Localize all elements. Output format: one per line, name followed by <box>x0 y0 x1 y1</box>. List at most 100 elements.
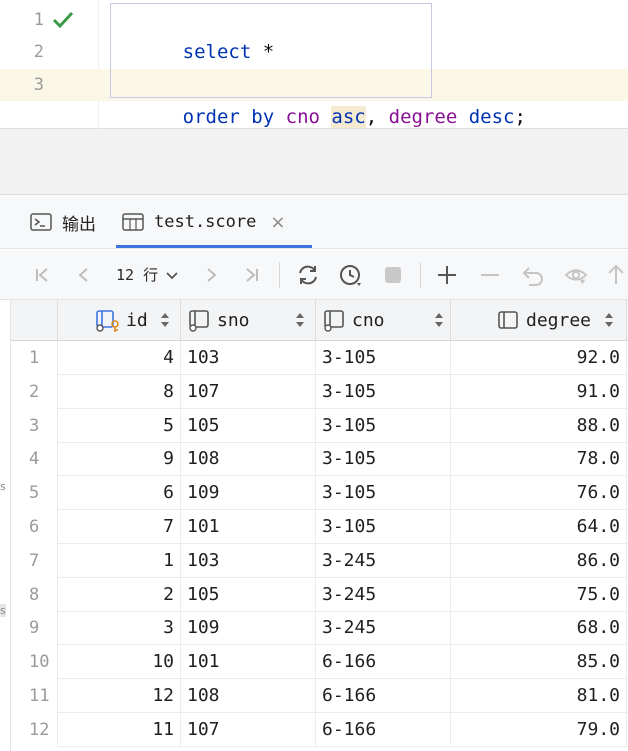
cell-id[interactable]: 7 <box>58 510 181 544</box>
row-count-selector[interactable]: 12 行 <box>116 264 180 285</box>
cell-degree[interactable]: 75.0 <box>451 577 627 612</box>
cell-degree[interactable]: 64.0 <box>451 510 627 544</box>
cell-degree[interactable]: 88.0 <box>451 408 627 443</box>
column-header-cno[interactable]: cno <box>316 300 451 341</box>
revert-button[interactable] <box>521 263 545 287</box>
tab-output[interactable]: 输出 <box>30 195 96 249</box>
editor-line-3[interactable]: 3 order by cno asc, degree desc; <box>0 69 628 128</box>
cell-id[interactable]: 2 <box>58 577 181 612</box>
column-header-degree[interactable]: degree <box>451 300 627 341</box>
cell-id[interactable]: 8 <box>58 374 181 409</box>
sort-icon[interactable] <box>604 312 614 328</box>
cell-degree[interactable]: 91.0 <box>451 374 627 409</box>
cell-id[interactable]: 4 <box>58 341 181 375</box>
cell-id[interactable]: 6 <box>58 476 181 511</box>
cell-sno[interactable]: 105 <box>181 408 316 443</box>
column-header-sno[interactable]: sno <box>181 300 316 341</box>
editor-line-2[interactable]: 2 from score <box>0 36 628 95</box>
editor-line-1[interactable]: 1 select * <box>0 4 628 63</box>
cell-id[interactable]: 11 <box>58 712 181 747</box>
cell-degree[interactable]: 92.0 <box>451 341 627 375</box>
sql-editor[interactable]: 1 select * 2 from score 3 order by cno a… <box>0 0 628 129</box>
cell-id[interactable]: 10 <box>58 645 181 680</box>
cell-id[interactable]: 1 <box>58 543 181 578</box>
column-header-label: sno <box>217 310 250 331</box>
history-button[interactable] <box>339 263 363 287</box>
cell-degree[interactable]: 85.0 <box>451 645 627 680</box>
table-row[interactable]: 11 12 108 6-166 81.0 <box>11 679 628 713</box>
cell-sno[interactable]: 103 <box>181 543 316 578</box>
toolbar-separator <box>279 262 280 288</box>
close-icon[interactable]: × <box>270 212 285 233</box>
cell-cno[interactable]: 3-105 <box>316 476 451 511</box>
stop-button[interactable] <box>381 263 405 287</box>
column-header-label: id <box>126 310 148 331</box>
cell-degree[interactable]: 81.0 <box>451 679 627 713</box>
cell-sno[interactable]: 108 <box>181 442 316 477</box>
sort-icon[interactable] <box>160 312 170 328</box>
next-page-button[interactable] <box>199 263 223 287</box>
cell-degree[interactable]: 78.0 <box>451 442 627 477</box>
table-row[interactable]: 7 1 103 3-245 86.0 <box>11 543 628 578</box>
cell-degree[interactable]: 79.0 <box>451 712 627 747</box>
cell-sno[interactable]: 109 <box>181 611 316 646</box>
cell-cno[interactable]: 6-166 <box>316 645 451 680</box>
chevron-down-icon <box>166 271 178 279</box>
cell-id[interactable]: 3 <box>58 611 181 646</box>
cell-sno[interactable]: 101 <box>181 510 316 544</box>
result-grid[interactable]: id sno cno degree 1 4 103 3-105 92.0 2 8… <box>10 300 628 751</box>
last-page-button[interactable] <box>240 263 264 287</box>
first-page-button[interactable] <box>30 263 54 287</box>
cell-sno[interactable]: 105 <box>181 577 316 612</box>
cell-degree[interactable]: 76.0 <box>451 476 627 511</box>
table-row[interactable]: 1 4 103 3-105 92.0 <box>11 341 628 375</box>
cell-sno[interactable]: 107 <box>181 712 316 747</box>
table-row[interactable]: 4 9 108 3-105 78.0 <box>11 442 628 477</box>
tab-test-score[interactable]: test.score × <box>122 195 285 249</box>
table-row[interactable]: 2 8 107 3-105 91.0 <box>11 374 628 409</box>
cell-cno[interactable]: 6-166 <box>316 679 451 713</box>
table-row[interactable]: 12 11 107 6-166 79.0 <box>11 712 628 747</box>
cell-cno[interactable]: 3-245 <box>316 577 451 612</box>
tab-test-score-label: test.score <box>154 212 257 232</box>
cell-sno[interactable]: 101 <box>181 645 316 680</box>
add-row-button[interactable] <box>435 263 459 287</box>
cell-cno[interactable]: 3-245 <box>316 543 451 578</box>
cell-cno[interactable]: 3-105 <box>316 510 451 544</box>
table-row[interactable]: 6 7 101 3-105 64.0 <box>11 510 628 544</box>
table-row[interactable]: 3 5 105 3-105 88.0 <box>11 408 628 443</box>
prev-page-button[interactable] <box>72 263 96 287</box>
sort-icon[interactable] <box>295 312 305 328</box>
row-number-cell: 4 <box>11 442 58 477</box>
refresh-button[interactable] <box>296 263 320 287</box>
keyword-by: by <box>251 106 275 128</box>
table-row[interactable]: 8 2 105 3-245 75.0 <box>11 577 628 612</box>
cell-sno[interactable]: 108 <box>181 679 316 713</box>
cell-cno[interactable]: 3-105 <box>316 442 451 477</box>
cell-sno[interactable]: 103 <box>181 341 316 375</box>
cell-cno[interactable]: 3-105 <box>316 374 451 409</box>
cell-cno[interactable]: 3-105 <box>316 408 451 443</box>
column-header-id[interactable]: id <box>58 300 181 341</box>
preview-button[interactable] <box>564 263 588 287</box>
cell-cno[interactable]: 3-245 <box>316 611 451 646</box>
table-icon <box>122 213 144 231</box>
cell-cno[interactable]: 6-166 <box>316 712 451 747</box>
cell-degree[interactable]: 86.0 <box>451 543 627 578</box>
table-row[interactable]: 5 6 109 3-105 76.0 <box>11 476 628 511</box>
row-number-cell: 6 <box>11 510 58 544</box>
cell-id[interactable]: 12 <box>58 679 181 713</box>
cell-id[interactable]: 9 <box>58 442 181 477</box>
cell-id[interactable]: 5 <box>58 408 181 443</box>
row-number-cell: 1 <box>11 341 58 375</box>
sort-icon[interactable] <box>434 312 444 328</box>
submit-button[interactable] <box>604 263 628 287</box>
row-number-cell: 12 <box>11 712 58 747</box>
cell-sno[interactable]: 107 <box>181 374 316 409</box>
cell-sno[interactable]: 109 <box>181 476 316 511</box>
table-row[interactable]: 9 3 109 3-245 68.0 <box>11 611 628 646</box>
table-row[interactable]: 10 10 101 6-166 85.0 <box>11 645 628 680</box>
remove-row-button[interactable] <box>478 263 502 287</box>
cell-cno[interactable]: 3-105 <box>316 341 451 375</box>
cell-degree[interactable]: 68.0 <box>451 611 627 646</box>
